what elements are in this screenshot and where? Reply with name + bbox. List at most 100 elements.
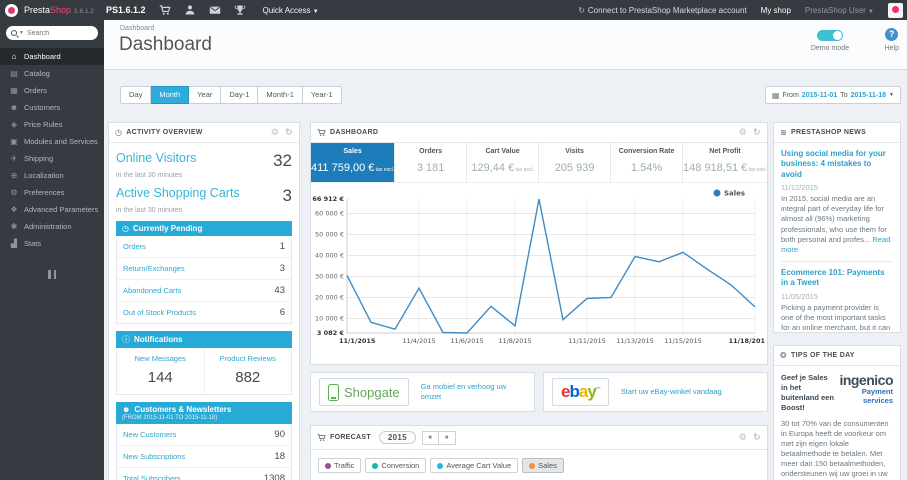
tab-year-1[interactable]: Year-1 bbox=[302, 86, 342, 104]
row-label-link[interactable]: New Customers bbox=[123, 430, 176, 439]
next-year-button[interactable]: » bbox=[438, 430, 456, 445]
kpi-label: Cart Value bbox=[485, 148, 520, 155]
trophy-icon[interactable] bbox=[234, 4, 246, 16]
row-label-link[interactable]: Abandoned Carts bbox=[123, 286, 181, 295]
row-label-link[interactable]: Out of Stock Products bbox=[123, 308, 196, 317]
kpi-tile-sales[interactable]: Sales 411 759,00 € tax excl. bbox=[311, 143, 396, 182]
row-value: 90 bbox=[274, 429, 285, 440]
tab-month[interactable]: Month bbox=[151, 86, 190, 104]
read-more-link[interactable]: Read more bbox=[781, 235, 890, 254]
gear-icon[interactable]: ⚙ bbox=[739, 432, 747, 443]
tab-year[interactable]: Year bbox=[189, 86, 222, 104]
sidebar-item-shipping[interactable]: ✈ Shipping bbox=[0, 150, 104, 167]
my-shop-link[interactable]: My shop bbox=[761, 6, 791, 15]
legend-dot bbox=[372, 462, 379, 469]
legend-toggle-traffic[interactable]: Traffic bbox=[318, 458, 362, 473]
axis-label: 10 000 € bbox=[315, 314, 344, 322]
user-menu[interactable]: PrestaShop User ▼ bbox=[805, 6, 874, 15]
panel-header: ◷ ACTIVITY OVERVIEW ⚙ ↻ bbox=[109, 123, 299, 143]
help-icon[interactable]: ? bbox=[885, 28, 899, 41]
kpi-tile-net-profit[interactable]: Net Profit 148 918,51 € tax excl. bbox=[683, 143, 767, 182]
row-value: 18 bbox=[274, 451, 285, 462]
activity-stat-label[interactable]: Online Visitors bbox=[116, 151, 196, 165]
demo-mode-toggle[interactable] bbox=[816, 30, 843, 41]
sidebar-item-modules-and-services[interactable]: ▣ Modules and Services bbox=[0, 133, 104, 150]
axis-label: 11/8/2015 bbox=[498, 337, 531, 345]
section-banner: ☻ Customers & Newsletters (FROM 2015-11-01… bbox=[116, 402, 292, 424]
tab-day-1[interactable]: Day-1 bbox=[221, 86, 259, 104]
quick-access-menu[interactable]: Quick Access ▼ bbox=[262, 6, 318, 15]
sidebar-item-stats[interactable]: ▟ Stats bbox=[0, 235, 104, 252]
previous-year-button[interactable]: « bbox=[421, 430, 439, 445]
legend-toggle-sales[interactable]: Sales bbox=[522, 458, 564, 473]
date-range-picker[interactable]: ▦ From 2015-11-01 To 2015-11-18 ▼ bbox=[764, 86, 901, 104]
breadcrumb[interactable]: Dashboard bbox=[120, 25, 154, 32]
sidebar-item-advanced-parameters[interactable]: ❖ Advanced Parameters bbox=[0, 201, 104, 218]
help-label: Help bbox=[884, 45, 899, 52]
filter-row: Day Month Year Day-1 Month-1 Year-1 ▦ From 201… bbox=[104, 70, 907, 118]
sidebar-item-label: Customers bbox=[24, 103, 61, 112]
sidebar-item-localization[interactable]: ⊕ Localization bbox=[0, 167, 104, 184]
kpi-tile-cart-value[interactable]: Cart Value 129,44 € tax excl. bbox=[467, 143, 540, 182]
row-label-link[interactable]: Return/Exchanges bbox=[123, 264, 185, 273]
legend-toggle-conversion[interactable]: Conversion bbox=[365, 458, 427, 473]
row-label-link[interactable]: Orders bbox=[123, 242, 146, 251]
row-label-link[interactable]: New Subscriptions bbox=[123, 452, 185, 461]
table-row: Out of Stock Products 6 bbox=[117, 302, 291, 323]
avatar[interactable] bbox=[888, 2, 903, 18]
marketplace-link[interactable]: ↻ Connect to PrestaShop Marketplace accou… bbox=[578, 6, 746, 15]
refresh-icon[interactable]: ↻ bbox=[753, 127, 761, 138]
kpi-tile-orders[interactable]: Orders 3 181 bbox=[395, 143, 468, 182]
sidebar-item-orders[interactable]: ▦ Orders bbox=[0, 82, 104, 99]
activity-big-stat: Online Visitors 32 bbox=[116, 151, 292, 171]
sidebar-item-preferences[interactable]: ⚙ Preferences bbox=[0, 184, 104, 201]
sidebar-item-catalog[interactable]: ▤ Catalog bbox=[0, 65, 104, 82]
tab-month-1[interactable]: Month-1 bbox=[258, 86, 303, 104]
cart-icon[interactable] bbox=[159, 4, 172, 16]
user-icon[interactable] bbox=[184, 4, 196, 16]
tab-day[interactable]: Day bbox=[120, 86, 152, 104]
shopgate-link[interactable]: Ga mobiel en verhoog uw omzet bbox=[421, 382, 526, 402]
kpi-label: Visits bbox=[565, 148, 584, 155]
column-label-link[interactable]: New Messages bbox=[119, 354, 202, 363]
legend-label: Conversion bbox=[381, 461, 420, 470]
sidebar-item-dashboard[interactable]: ⌂ Dashboard bbox=[0, 48, 104, 65]
tips-text: 30 tot 70% van de consumenten in Europa … bbox=[781, 418, 889, 480]
refresh-icon[interactable]: ↻ bbox=[285, 127, 293, 138]
collapse-sidebar-button[interactable] bbox=[46, 270, 58, 280]
row-label-link[interactable]: Total Subscribers bbox=[123, 474, 181, 480]
gear-icon[interactable]: ⚙ bbox=[739, 127, 747, 138]
ingenico-logo[interactable]: ingenico Payment services bbox=[839, 373, 893, 406]
axis-label: 11/18/201 bbox=[729, 337, 766, 345]
gear-icon[interactable]: ⚙ bbox=[271, 127, 279, 138]
prestashop-logo[interactable] bbox=[5, 3, 18, 17]
search-input[interactable] bbox=[26, 29, 93, 37]
kpi-tile-conversion-rate[interactable]: Conversion Rate 1.54% bbox=[611, 143, 684, 182]
refresh-icon[interactable]: ↻ bbox=[753, 432, 761, 443]
chevron-down-icon[interactable]: ▼ bbox=[19, 30, 24, 36]
news-article-title[interactable]: Ecommerce 101: Payments in a Tweet bbox=[781, 268, 893, 289]
kpi-tile-visits[interactable]: Visits 205 939 bbox=[539, 143, 612, 182]
sidebar-item-label: Orders bbox=[24, 86, 47, 95]
ebay-logo[interactable]: ebay™ bbox=[552, 378, 609, 406]
kpi-suffix: tax excl. bbox=[374, 167, 395, 173]
sidebar-item-customers[interactable]: ☻ Customers bbox=[0, 99, 104, 116]
legend-label: Traffic bbox=[334, 461, 355, 470]
forecast-year[interactable]: 2015 bbox=[378, 431, 416, 444]
kpi-value: 205 939 bbox=[554, 162, 595, 174]
axis-label: 66 912 € bbox=[312, 195, 344, 203]
modules-icon: ▣ bbox=[10, 137, 18, 146]
activity-stat-label[interactable]: Active Shopping Carts bbox=[116, 186, 240, 200]
ebay-link[interactable]: Start uw eBay-winkel vandaag bbox=[621, 387, 722, 397]
envelope-icon[interactable] bbox=[209, 4, 221, 16]
sidebar-item-administration[interactable]: ✱ Administration bbox=[0, 218, 104, 235]
news-article-title[interactable]: Using social media for your business: 4 … bbox=[781, 149, 893, 180]
legend-toggle-average-cart-value[interactable]: Average Cart Value bbox=[430, 458, 519, 473]
column-label-link[interactable]: Product Reviews bbox=[207, 354, 290, 363]
sidebar-item-label: Shipping bbox=[24, 154, 54, 163]
shopgate-logo[interactable]: Shopgate bbox=[319, 378, 409, 406]
sidebar-item-price-rules[interactable]: ◈ Price Rules bbox=[0, 116, 104, 133]
axis-label: Sales bbox=[724, 190, 745, 198]
ebay-module-card: ebay™ Start uw eBay-winkel vandaag bbox=[543, 372, 768, 412]
section-rows: New Customers 90 New Subscriptions 18 Total … bbox=[116, 424, 292, 480]
